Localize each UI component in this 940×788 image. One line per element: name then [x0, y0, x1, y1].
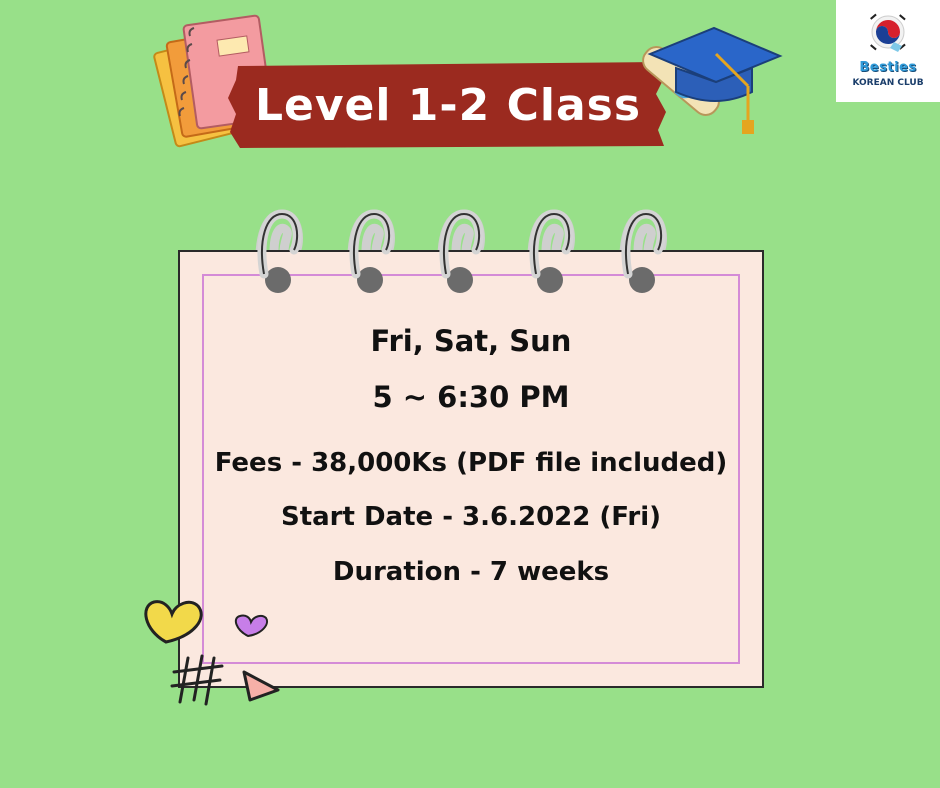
class-fees: Fees - 38,000Ks (PDF file included)	[214, 448, 728, 478]
triangle-icon	[242, 670, 280, 702]
logo-subtitle: KOREAN CLUB	[852, 78, 924, 88]
title-banner: Level 1-2 Class	[228, 58, 668, 152]
heart-icon	[144, 600, 203, 644]
logo-brand: Besties	[859, 60, 917, 75]
korea-flag-icon	[870, 13, 906, 52]
page-title: Level 1-2 Class	[254, 79, 642, 131]
class-duration: Duration - 7 weeks	[332, 557, 610, 587]
logo: Besties KOREAN CLUB	[836, 0, 940, 102]
doodles	[144, 600, 280, 706]
graduation-cap-icon	[642, 26, 783, 134]
small-heart-icon	[234, 614, 268, 638]
class-time: 5 ~ 6:30 PM	[372, 380, 570, 414]
hashtag-doodle-icon	[170, 654, 224, 706]
class-days: Fri, Sat, Sun	[370, 324, 572, 358]
class-start-date: Start Date - 3.6.2022 (Fri)	[280, 502, 662, 532]
